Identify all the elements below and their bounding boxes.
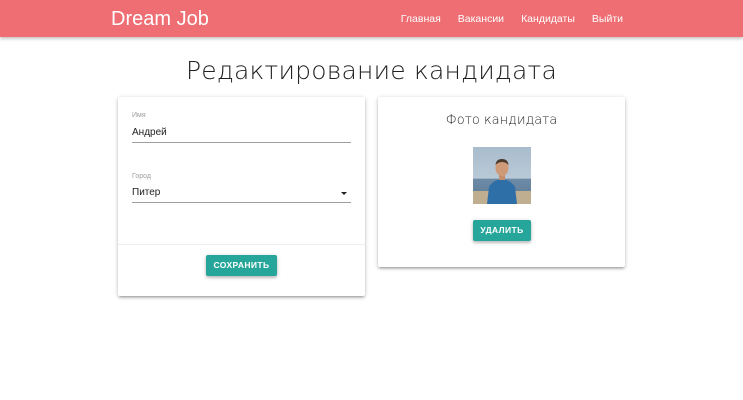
top-navbar: Dream Job Главная Вакансии Кандидаты Вый… bbox=[0, 0, 743, 37]
nav-link-candidates[interactable]: Кандидаты bbox=[521, 13, 575, 25]
nav-link-home[interactable]: Главная bbox=[401, 13, 441, 25]
candidate-photo bbox=[473, 147, 531, 204]
page-title: Редактирование кандидата bbox=[185, 56, 557, 85]
photo-card: Фото кандидата УДАЛИТЬ bbox=[378, 97, 625, 267]
nav-link-logout[interactable]: Выйти bbox=[592, 13, 623, 25]
name-label: Имя bbox=[132, 112, 146, 119]
card-divider bbox=[118, 244, 365, 245]
candidate-photo-image bbox=[473, 147, 531, 204]
brand-logo-link[interactable]: Dream Job bbox=[111, 8, 209, 30]
photo-card-title: Фото кандидата bbox=[445, 113, 558, 128]
nav-link-vacancies[interactable]: Вакансии bbox=[458, 13, 504, 25]
city-select-value: Питер bbox=[132, 187, 161, 198]
nav-links: Главная Вакансии Кандидаты Выйти bbox=[384, 0, 623, 37]
save-button[interactable]: СОХРАНИТЬ bbox=[206, 255, 277, 276]
name-field[interactable] bbox=[132, 123, 351, 143]
caret-down-icon bbox=[341, 192, 347, 195]
city-label: Город bbox=[132, 173, 151, 180]
city-select[interactable]: Питер bbox=[132, 183, 351, 203]
delete-photo-button[interactable]: УДАЛИТЬ bbox=[473, 220, 531, 241]
candidate-form-card: Имя Город Питер СОХРАНИТЬ bbox=[118, 97, 365, 296]
